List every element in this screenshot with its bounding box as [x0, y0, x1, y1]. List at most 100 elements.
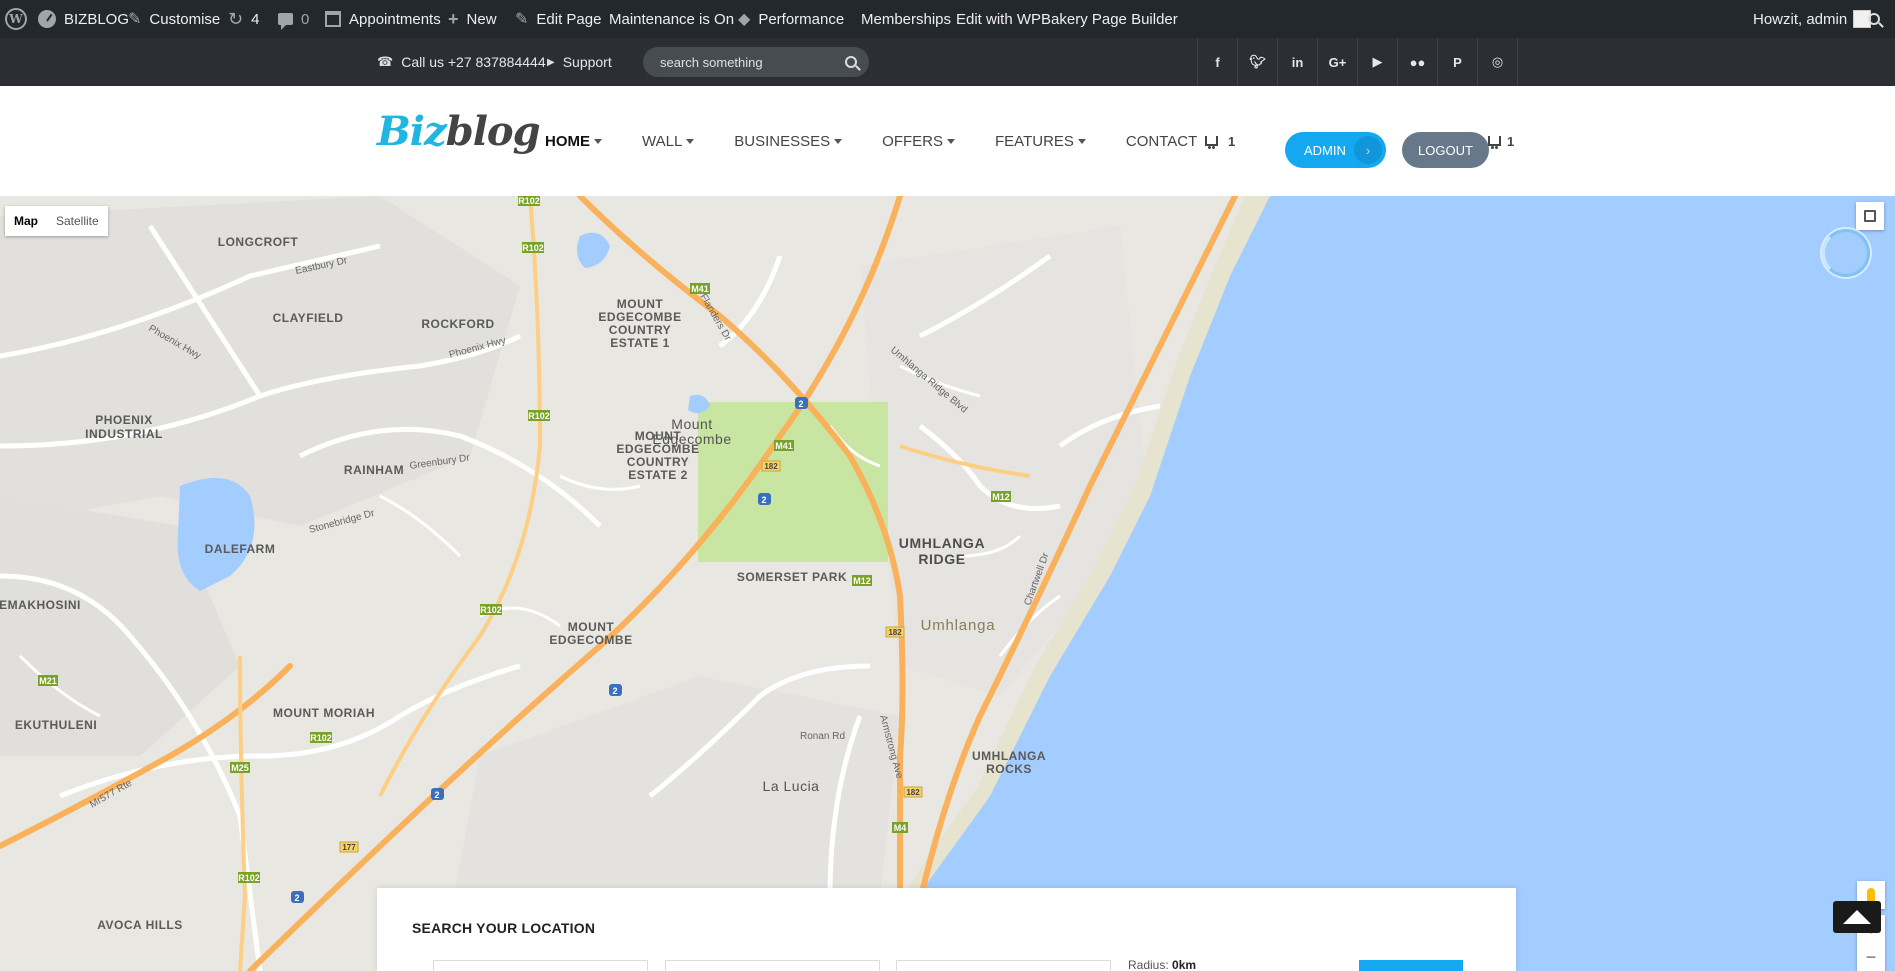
logout-button[interactable]: LOGOUT — [1402, 132, 1489, 168]
site-name: BIZBLOG — [64, 10, 130, 28]
calendar-icon — [325, 11, 341, 27]
map-label-dalefarm: DALEFARM — [205, 542, 276, 556]
nav-item-wall[interactable]: WALL — [642, 133, 695, 150]
search-field-1[interactable] — [433, 960, 648, 971]
shield-m25: M25 — [231, 763, 249, 773]
nav-item-offers[interactable]: OFFERS — [882, 133, 956, 150]
map-label-emakhosini: EMAKHOSINI — [0, 598, 81, 612]
location-map[interactable]: LONGCROFT CLAYFIELD ROCKFORD PHOENIX IND… — [0, 196, 1895, 971]
map-label-mount-moriah: MOUNT MORIAH — [273, 706, 375, 720]
map-label-mount-edgecombe-b: Edgecombe — [652, 431, 731, 447]
admin-search-button[interactable] — [1868, 0, 1880, 38]
map-label-la-lucia: La Lucia — [763, 778, 820, 794]
map-label-clayfield: CLAYFIELD — [273, 311, 344, 325]
shield-m21: M21 — [39, 676, 57, 686]
search-submit-button[interactable] — [1359, 960, 1463, 971]
pencil-icon: ✎ — [515, 11, 529, 28]
comments-link[interactable]: 0 — [278, 0, 309, 38]
search-input[interactable] — [660, 54, 845, 70]
phone-icon: ☎ — [377, 54, 394, 69]
radius-readout: Radius: 0km — [1128, 958, 1197, 971]
map-label-mount-edgecombe-a: Mount — [671, 416, 712, 432]
back-to-top-button[interactable] — [1833, 901, 1881, 933]
pinterest-icon[interactable]: P — [1438, 38, 1478, 86]
caret-down-icon — [686, 138, 695, 144]
map-type-map-button[interactable]: Map — [5, 206, 47, 236]
map-label-phoenix-1: PHOENIX — [95, 413, 153, 427]
site-logo[interactable]: Bizblog — [377, 108, 541, 155]
edit-page-link[interactable]: ✎ Edit Page — [515, 0, 601, 38]
cart-icon — [1205, 136, 1218, 149]
fullscreen-button[interactable] — [1856, 202, 1884, 230]
twitter-icon[interactable]: 🐦︎ — [1238, 38, 1278, 86]
caret-down-icon — [834, 138, 843, 144]
facebook-icon[interactable]: f — [1198, 38, 1238, 86]
plus-icon: + — [448, 8, 459, 29]
shield-r102-f: R102 — [238, 873, 260, 883]
nav-item-contact[interactable]: CONTACT — [1126, 133, 1197, 150]
nav-cart-link[interactable]: 1 — [1205, 86, 1235, 196]
updates-link[interactable]: ↻ 4 — [228, 0, 259, 38]
caret-down-icon — [1077, 138, 1086, 144]
map-label-phoenix-2: INDUSTRIAL — [85, 427, 163, 441]
nav-item-home[interactable]: HOME — [545, 133, 602, 150]
youtube-icon[interactable]: ▶ — [1358, 38, 1398, 86]
map-label-mecc2-c: COUNTRY — [627, 455, 689, 469]
map-type-satellite-button[interactable]: Satellite — [47, 206, 108, 236]
linkedin-icon[interactable]: in — [1278, 38, 1318, 86]
wp-admin-bar: W BIZBLOG ✎ Customise ↻ 4 0 Appointments… — [0, 0, 1895, 38]
zoom-out-button[interactable]: − — [1857, 943, 1885, 971]
map-label-me-south-b: EDGECOMBE — [549, 633, 632, 647]
nav-item-businesses[interactable]: BUSINESSES — [734, 133, 843, 150]
performance-link[interactable]: ◆ Performance — [738, 0, 844, 38]
social-links: f 🐦︎ in G+ ▶ ●● P ◎ — [1197, 38, 1518, 86]
shield-r102-c: R102 — [528, 411, 550, 421]
shield-m12-b: M12 — [992, 492, 1010, 502]
shield-r102-d: R102 — [480, 605, 502, 615]
shield-n2-d: 2 — [434, 790, 439, 800]
search-box — [643, 47, 869, 77]
caret-down-icon — [594, 138, 602, 144]
search-field-2[interactable] — [665, 960, 880, 971]
google-plus-icon[interactable]: G+ — [1318, 38, 1358, 86]
top-info-bar: ☎ Call us +27 837884444 ▶ Support f 🐦︎ i… — [0, 38, 1895, 86]
performance-icon: ◆ — [738, 11, 751, 28]
cart-icon — [1488, 136, 1501, 149]
appointments-link[interactable]: Appointments — [325, 0, 441, 38]
map-label-umhlanga-ridge-a: UMHLANGA — [899, 535, 985, 551]
comment-icon — [278, 13, 293, 30]
caret-right-icon: ▶ — [547, 56, 555, 68]
new-content-link[interactable]: + New — [448, 0, 497, 38]
map-label-mecc1-a: MOUNT — [617, 297, 664, 311]
map-label-mecc1-b: EDGECOMBE — [598, 310, 681, 324]
support-link[interactable]: ▶ Support — [547, 38, 612, 86]
map-label-umhlanga-ridge-b: RIDGE — [918, 551, 965, 567]
search-location-panel: SEARCH YOUR LOCATION Radius: 0km — [377, 888, 1516, 971]
arrow-up-icon — [1843, 910, 1871, 924]
map-label-rockford: ROCKFORD — [421, 317, 494, 331]
admin-button[interactable]: ADMIN › — [1285, 132, 1386, 168]
map-label-ekuthuleni: EKUTHULENI — [15, 718, 97, 732]
header-cart-link[interactable]: 1 — [1488, 86, 1514, 196]
customise-link[interactable]: ✎ Customise — [128, 0, 220, 38]
wpbakery-link[interactable]: Edit with WPBakery Page Builder — [956, 0, 1178, 38]
wp-logo-button[interactable]: W — [5, 0, 27, 38]
memberships-link[interactable]: Memberships — [861, 0, 951, 38]
loading-spinner-icon — [1822, 229, 1870, 277]
shield-n2-b: 2 — [761, 495, 766, 505]
nav-item-features[interactable]: FEATURES — [995, 133, 1086, 150]
site-name-link[interactable]: BIZBLOG — [38, 0, 129, 38]
shield-m41-b: M41 — [775, 441, 793, 451]
search-field-3[interactable] — [896, 960, 1111, 971]
shield-r177: 177 — [342, 843, 356, 852]
shield-n2-c: 2 — [612, 686, 617, 696]
instagram-icon[interactable]: ◎ — [1478, 38, 1518, 86]
phone-link[interactable]: ☎ Call us +27 837884444 — [377, 38, 546, 86]
maintenance-link[interactable]: Maintenance is On — [609, 0, 734, 38]
main-nav: HOME WALL BUSINESSES OFFERS FEATURES CON… — [545, 86, 1237, 196]
flickr-icon[interactable]: ●● — [1398, 38, 1438, 86]
search-icon[interactable] — [845, 56, 857, 68]
my-account-link[interactable]: Howzit, admin — [1753, 0, 1872, 38]
shield-m41-a: M41 — [691, 284, 709, 294]
map-type-control: Map Satellite — [5, 206, 108, 236]
